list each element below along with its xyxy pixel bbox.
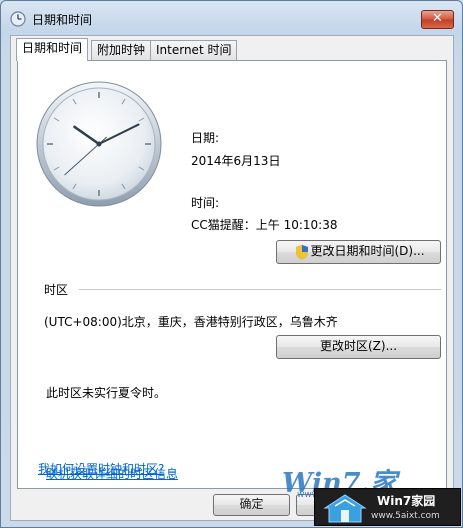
tab-additional-clocks[interactable]: 附加时钟: [91, 40, 152, 60]
title-bar[interactable]: 日期和时间 ✕: [1, 1, 462, 35]
window-title: 日期和时间: [32, 13, 93, 27]
howto-set-clock-link[interactable]: 我如何设置时钟和时区?: [38, 460, 164, 477]
tab-label: 附加时钟: [97, 43, 146, 57]
house-logo-icon: [323, 494, 367, 523]
date-value: 2014年6月13日: [191, 154, 281, 168]
tab-date-time[interactable]: 日期和时间: [16, 38, 89, 61]
timezone-separator: [79, 289, 441, 290]
date-label: 日期:: [191, 131, 220, 145]
close-button[interactable]: ✕: [421, 10, 454, 29]
tab-label: 日期和时间: [22, 41, 83, 55]
change-timezone-button[interactable]: 更改时区(Z)...: [276, 335, 441, 359]
clock-app-icon: [10, 11, 26, 27]
clock-center-dot: [96, 141, 102, 147]
ok-button[interactable]: 确定: [213, 494, 290, 516]
dialog-window: 日期和时间 ✕ 日期和时间 附加时钟 Internet 时间 日期: 2014年…: [0, 0, 463, 528]
ok-label: 确定: [239, 497, 264, 511]
analog-clock: [36, 81, 162, 207]
change-date-time-button[interactable]: 更改日期和时间(D)...: [276, 240, 441, 264]
uac-shield-icon: [296, 245, 308, 260]
timezone-value: (UTC+08:00)北京，重庆，香港特别行政区，乌鲁木齐: [44, 315, 338, 329]
tab-panel: 日期: 2014年6月13日 时间: CC猫提醒：上午 10:10:38 更改日…: [17, 60, 447, 489]
badge-title: Win7家园: [377, 494, 436, 508]
close-icon: ✕: [432, 11, 443, 26]
tab-internet-time[interactable]: Internet 时间: [150, 40, 238, 60]
change-date-time-label: 更改日期和时间(D)...: [310, 244, 425, 258]
time-label: 时间:: [191, 196, 220, 210]
time-value: CC猫提醒：上午 10:10:38: [191, 218, 338, 232]
tab-label: Internet 时间: [156, 43, 232, 57]
dialog-body: 日期和时间 附加时钟 Internet 时间 日期: 2014年6月13日 时间…: [10, 35, 454, 521]
change-timezone-label: 更改时区(Z)...: [319, 339, 398, 353]
dst-note: 此时区未实行夏令时。: [46, 386, 167, 400]
badge-url: www.5aixt.com: [371, 511, 440, 521]
site-badge: Win7家园 www.5aixt.com: [314, 488, 461, 526]
timezone-section-label: 时区: [44, 283, 69, 297]
